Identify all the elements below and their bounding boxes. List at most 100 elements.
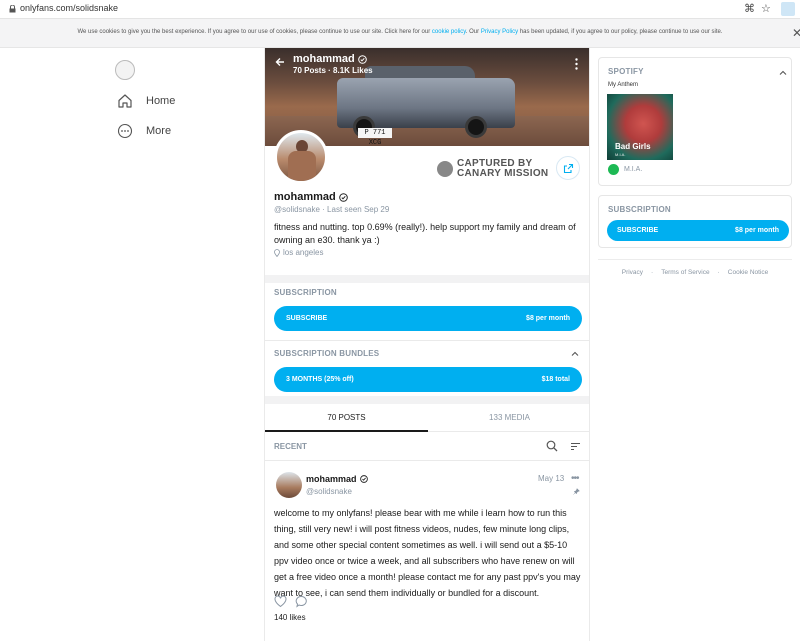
posts-count: 70 Posts <box>293 66 326 75</box>
cover-name: mohammad <box>293 53 367 65</box>
share-icon <box>563 163 573 173</box>
subscribe-button[interactable]: SUBSCRIBE $8 per month <box>274 306 582 331</box>
sort-icon[interactable] <box>570 441 581 452</box>
cookie-policy-link[interactable]: cookie policy <box>432 29 466 35</box>
profile-location: los angeles <box>274 248 323 257</box>
back-arrow-icon[interactable] <box>275 57 285 67</box>
footer-separator: · <box>651 269 654 276</box>
feed-section-label: RECENT <box>274 442 307 451</box>
cookie-text-part: . Our <box>465 29 480 35</box>
comment-icon[interactable] <box>295 595 308 608</box>
profile-bio: fitness and nutting. top 0.69% (really!)… <box>274 222 576 245</box>
likes-count: 8.1K Likes <box>333 66 373 75</box>
license-plate: P 771 XCG <box>358 128 392 146</box>
nav-more[interactable]: More <box>117 123 171 139</box>
chevron-up-icon[interactable] <box>779 69 787 77</box>
album-subtitle: M.I.A. <box>615 152 626 157</box>
profile-column: P 771 XCG mohammad 70 Posts · 8.1K Likes… <box>264 48 590 641</box>
footer-terms-link[interactable]: Terms of Service <box>661 269 709 276</box>
cover-image: P 771 XCG mohammad 70 Posts · 8.1K Likes <box>265 48 589 146</box>
more-horizontal-icon[interactable]: ••• <box>571 474 579 484</box>
album-cover[interactable]: Bad Girls M.I.A. <box>607 94 673 160</box>
extension-icon[interactable] <box>781 2 795 16</box>
right-subscription-title: SUBSCRIPTION <box>608 205 671 214</box>
privacy-policy-link[interactable]: Privacy Policy <box>481 29 518 35</box>
verified-icon <box>357 54 367 64</box>
verified-icon <box>338 192 348 202</box>
avatar-body <box>288 151 316 181</box>
post-avatar[interactable] <box>276 472 302 498</box>
footer-separator: · <box>717 269 720 276</box>
cookie-banner: We use cookies to give you the best expe… <box>0 19 800 48</box>
spotify-widget: SPOTIFY My Anthem Bad Girls M.I.A. M.I.A… <box>598 57 792 186</box>
spotify-artist[interactable]: M.I.A. <box>608 164 642 175</box>
nav-more-label: More <box>146 125 172 137</box>
right-subscribe-price: $8 per month <box>735 227 779 234</box>
bundles-title: SUBSCRIPTION BUNDLES <box>274 349 380 358</box>
verified-icon <box>359 475 368 483</box>
cookie-text-part: has been updated, if you agree to our po… <box>519 29 723 35</box>
search-icon[interactable] <box>546 440 558 452</box>
cookie-banner-text: We use cookies to give you the best expe… <box>0 29 800 35</box>
section-divider <box>265 340 589 341</box>
post-likes: 140 likes <box>274 613 306 622</box>
profile-handle-row: @solidsnake · Last seen Sep 29 <box>274 205 389 214</box>
url-text[interactable]: onlyfans.com/solidsnake <box>20 3 118 13</box>
subscribe-label: SUBSCRIBE <box>286 315 328 322</box>
section-divider <box>265 275 589 283</box>
canary-mission-watermark: CAPTURED BY CANARY MISSION <box>437 159 548 179</box>
right-subscription-widget: SUBSCRIPTION SUBSCRIBE $8 per month <box>598 195 792 248</box>
right-subscribe-button[interactable]: SUBSCRIBE $8 per month <box>607 220 789 241</box>
post-actions <box>274 595 308 608</box>
nav-home-label: Home <box>146 95 176 107</box>
post-author[interactable]: mohammad <box>306 474 368 484</box>
spotify-title: SPOTIFY <box>608 67 644 76</box>
footer-cookie-link[interactable]: Cookie Notice <box>728 269 768 276</box>
bundle-label: 3 MONTHS (25% off) <box>286 376 354 383</box>
spotify-subtitle: My Anthem <box>608 82 639 88</box>
location-text: los angeles <box>283 248 324 257</box>
tab-posts[interactable]: 70 POSTS <box>265 404 428 432</box>
subscription-title: SUBSCRIPTION <box>274 288 337 297</box>
profile-name-text: mohammad <box>274 191 336 203</box>
share-button[interactable] <box>556 156 580 180</box>
canary-line-2: CANARY MISSION <box>457 168 549 179</box>
pin-icon <box>573 488 580 495</box>
bundle-button[interactable]: 3 MONTHS (25% off) $18 total <box>274 367 582 392</box>
browser-address-bar[interactable]: onlyfans.com/solidsnake ⌘ ☆ <box>0 0 800 19</box>
subscribe-price: $8 per month <box>526 315 570 322</box>
profile-handle: @solidsnake <box>274 205 320 214</box>
footer-divider <box>598 259 792 260</box>
post-date: May 13 <box>538 474 565 483</box>
tab-media[interactable]: 133 MEDIA <box>428 404 589 432</box>
post-handle[interactable]: @solidsnake <box>306 487 352 496</box>
post-text: welcome to my onlyfans! please bear with… <box>274 508 581 598</box>
cookie-text-part: We use cookies to give you the best expe… <box>77 29 431 35</box>
profile-tabs: 70 POSTS 133 MEDIA <box>265 404 589 432</box>
footer-links: Privacy · Terms of Service · Cookie Noti… <box>598 269 792 276</box>
star-icon[interactable]: ☆ <box>761 3 771 15</box>
artist-name: M.I.A. <box>624 166 643 173</box>
canary-logo-icon <box>437 161 453 177</box>
footer-privacy-link[interactable]: Privacy <box>622 269 643 276</box>
close-icon[interactable]: ✕ <box>792 27 800 39</box>
nav-home[interactable]: Home <box>117 93 175 109</box>
post-author-text: mohammad <box>306 474 357 484</box>
qr-code-icon[interactable]: ⌘ <box>744 3 755 15</box>
bundle-price: $18 total <box>541 376 570 383</box>
profile-stats: 70 Posts · 8.1K Likes <box>293 66 373 75</box>
heart-icon[interactable] <box>274 595 287 608</box>
more-vertical-icon[interactable] <box>575 58 578 70</box>
chevron-up-icon[interactable] <box>571 350 579 358</box>
last-seen: Last seen Sep 29 <box>327 205 390 214</box>
cover-name-text: mohammad <box>293 53 355 65</box>
lock-icon <box>9 5 16 13</box>
car-wheel <box>465 116 487 138</box>
spotify-logo-icon <box>608 164 619 175</box>
canary-text: CAPTURED BY CANARY MISSION <box>457 159 548 179</box>
section-divider <box>265 460 589 461</box>
section-divider <box>265 396 589 404</box>
profile-avatar[interactable] <box>274 130 328 184</box>
user-avatar[interactable] <box>115 60 135 80</box>
more-circle-icon <box>117 123 133 139</box>
